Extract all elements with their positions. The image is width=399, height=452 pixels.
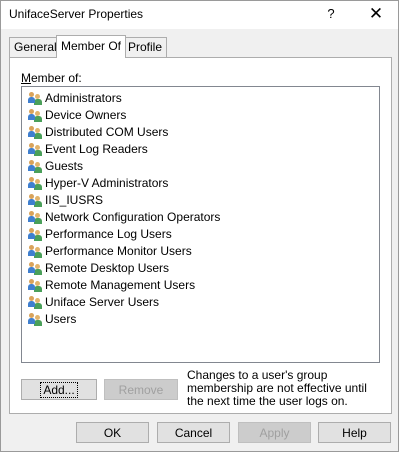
group-name: Network Configuration Operators [45,210,221,224]
group-name: Distributed COM Users [45,125,169,139]
group-icon [28,261,42,275]
group-name: Performance Log Users [45,227,172,241]
member-of-label-accel: M [21,71,31,85]
group-name: Users [45,312,77,326]
member-of-label: Member of: [21,71,82,85]
add-button-label: Add... [40,382,78,398]
list-item[interactable]: Remote Management Users [28,277,195,294]
member-of-panel: Member of: Administrators Device Owners … [9,57,392,414]
list-item[interactable]: Administrators [28,90,122,107]
group-icon [28,278,42,292]
window-title: UnifaceServer Properties [9,7,144,21]
list-item[interactable]: Performance Monitor Users [28,243,192,260]
help-icon[interactable]: ? [319,4,343,24]
title-bar: UnifaceServer Properties ? ✕ [1,1,398,29]
group-name: Administrators [45,91,122,105]
help-button[interactable]: Help [318,422,391,443]
tab-profile[interactable]: Profile [123,37,168,57]
list-item[interactable]: Guests [28,158,83,175]
close-icon[interactable]: ✕ [363,2,389,26]
group-icon [28,227,42,241]
list-item[interactable]: Users [28,311,76,328]
group-icon [28,91,42,105]
list-item[interactable]: Uniface Server Users [28,294,159,311]
groups-listbox[interactable]: Administrators Device Owners Distributed… [21,86,380,363]
group-icon [28,193,42,207]
member-of-label-rest: ember of: [31,71,82,85]
group-icon [28,142,42,156]
group-name: Guests [45,159,84,173]
list-item[interactable]: Event Log Readers [28,141,148,158]
list-item[interactable]: Distributed COM Users [28,124,168,141]
cancel-button[interactable]: Cancel [157,422,230,443]
group-icon [28,176,42,190]
group-icon [28,210,42,224]
list-item[interactable]: IIS_IUSRS [28,192,103,209]
group-name: Remote Management Users [45,278,196,292]
group-icon [28,108,42,122]
group-icon [28,159,42,173]
tab-member-of[interactable]: Member Of [56,35,127,58]
group-name: Event Log Readers [45,142,148,156]
group-icon [28,125,42,139]
group-name: Hyper-V Administrators [45,176,169,190]
group-membership-note: Changes to a user's group membership are… [187,368,367,408]
group-icon [28,312,42,326]
tab-general[interactable]: General [9,37,62,57]
list-item[interactable]: Hyper-V Administrators [28,175,168,192]
list-item[interactable]: Remote Desktop Users [28,260,169,277]
group-name: Device Owners [45,108,127,122]
apply-button[interactable]: Apply [238,422,311,443]
properties-dialog: UnifaceServer Properties ? ✕ General Mem… [0,0,399,452]
list-item[interactable]: Device Owners [28,107,126,124]
ok-button[interactable]: OK [76,422,149,443]
group-name: Performance Monitor Users [45,244,192,258]
list-item[interactable]: Performance Log Users [28,226,172,243]
group-name: Uniface Server Users [45,295,160,309]
add-button[interactable]: Add... [21,379,97,400]
group-icon [28,244,42,258]
group-icon [28,295,42,309]
group-name: IIS_IUSRS [45,193,104,207]
list-item[interactable]: Network Configuration Operators [28,209,220,226]
group-name: Remote Desktop Users [45,261,170,275]
remove-button[interactable]: Remove [104,379,178,400]
